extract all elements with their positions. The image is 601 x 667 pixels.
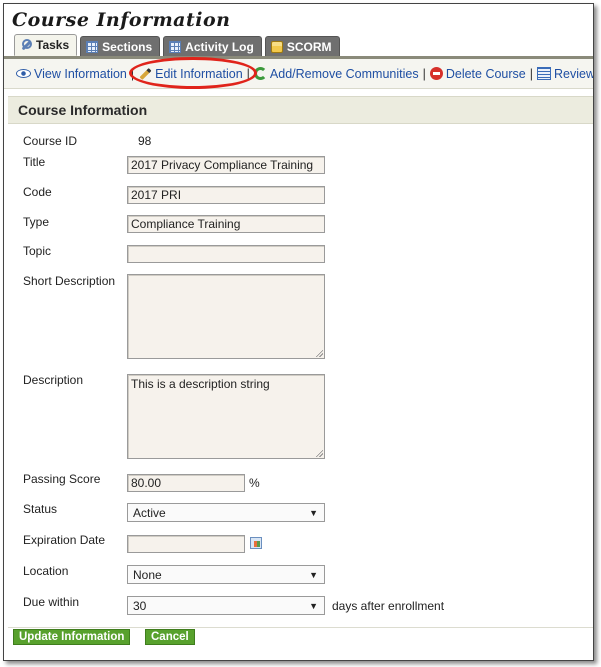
toolbar-separator: | [246, 66, 250, 81]
tab-activity-log-label: Activity Log [185, 39, 254, 54]
passing-score-label: Passing Score [23, 472, 101, 486]
review-icon [537, 67, 551, 80]
location-label: Location [23, 564, 69, 578]
status-select[interactable]: Active ▼ [127, 503, 325, 522]
toolbar-separator: | [529, 66, 533, 81]
section-title: Course Information [18, 102, 148, 118]
due-within-select-value: 30 [133, 598, 147, 613]
type-field[interactable]: Compliance Training [127, 215, 325, 233]
due-within-suffix: days after enrollment [332, 599, 445, 613]
chevron-down-icon: ▼ [309, 508, 318, 518]
title-field[interactable]: 2017 Privacy Compliance Training [127, 156, 325, 174]
chevron-down-icon: ▼ [309, 570, 318, 580]
passing-score-value: 80.00 [131, 476, 162, 490]
grid-icon [86, 40, 99, 53]
title-field-value: 2017 Privacy Compliance Training [131, 158, 314, 172]
title-label: Title [23, 155, 46, 169]
tab-sections[interactable]: Sections [80, 36, 161, 56]
chevron-down-icon: ▼ [309, 601, 318, 611]
course-id-value: 98 [138, 134, 152, 148]
passing-score-unit: % [249, 476, 260, 490]
type-label: Type [23, 215, 50, 229]
code-field-value: 2017 PRI [131, 188, 182, 202]
short-description-field[interactable] [127, 274, 325, 359]
delete-course-link[interactable]: Delete Course [429, 66, 526, 81]
tab-sections-label: Sections [102, 39, 153, 54]
toolbar-separator: | [422, 66, 426, 81]
review-link[interactable]: Review [537, 66, 594, 81]
location-select-value: None [133, 567, 162, 582]
description-value: This is a description string [131, 377, 270, 391]
description-label: Description [23, 373, 84, 387]
edit-information-link[interactable]: Edit Information [138, 67, 243, 81]
status-select-value: Active [133, 505, 166, 520]
app-title: Course Information [12, 9, 231, 31]
tab-tasks-label: Tasks [36, 38, 70, 52]
calendar-icon[interactable] [250, 537, 262, 549]
topic-label: Topic [23, 244, 52, 258]
section-header: Course Information [8, 96, 593, 124]
code-label: Code [23, 185, 52, 199]
tab-bar: Tasks Sections Activity Log SCORM [14, 34, 340, 56]
view-information-link[interactable]: View Information [16, 67, 127, 81]
resize-grip-icon[interactable] [315, 349, 323, 357]
delete-icon [429, 67, 443, 80]
add-remove-communities-label: Add/Remove Communities [269, 66, 419, 81]
eye-icon [16, 69, 31, 78]
tab-activity-log[interactable]: Activity Log [163, 36, 262, 56]
type-field-value: Compliance Training [131, 217, 241, 231]
expiration-date-field[interactable] [127, 535, 245, 553]
passing-score-field[interactable]: 80.00 [127, 474, 245, 492]
course-id-label: Course ID [23, 134, 78, 148]
wrench-icon [20, 39, 32, 51]
view-information-label: View Information [34, 66, 127, 81]
box-icon [270, 40, 283, 53]
topic-field[interactable] [127, 245, 325, 263]
refresh-icon [253, 67, 267, 80]
due-within-label: Due within [23, 595, 80, 609]
status-label: Status [23, 502, 58, 516]
action-toolbar: View Information | Edit Information | Ad… [4, 59, 593, 89]
tab-scorm-label: SCORM [286, 39, 332, 54]
tab-tasks[interactable]: Tasks [14, 34, 78, 56]
form-divider [8, 627, 593, 628]
expiration-date-label: Expiration Date [23, 533, 106, 547]
add-remove-communities-link[interactable]: Add/Remove Communities [253, 66, 419, 81]
update-information-button[interactable]: Update Information [13, 629, 131, 645]
tab-scorm[interactable]: SCORM [264, 36, 340, 56]
due-within-select[interactable]: 30 ▼ [127, 596, 325, 615]
course-window: Course Information Tasks Sections Activi… [3, 3, 594, 661]
review-label: Review [554, 66, 594, 81]
location-select[interactable]: None ▼ [127, 565, 325, 584]
code-field[interactable]: 2017 PRI [127, 186, 325, 204]
cancel-button[interactable]: Cancel [145, 629, 195, 645]
toolbar-separator: | [130, 66, 135, 81]
grid-icon [169, 40, 182, 53]
pencil-icon [138, 67, 152, 81]
edit-information-label: Edit Information [155, 66, 243, 81]
short-description-label: Short Description [23, 274, 116, 288]
delete-course-label: Delete Course [445, 66, 526, 81]
resize-grip-icon[interactable] [315, 449, 323, 457]
description-field[interactable]: This is a description string [127, 374, 325, 459]
